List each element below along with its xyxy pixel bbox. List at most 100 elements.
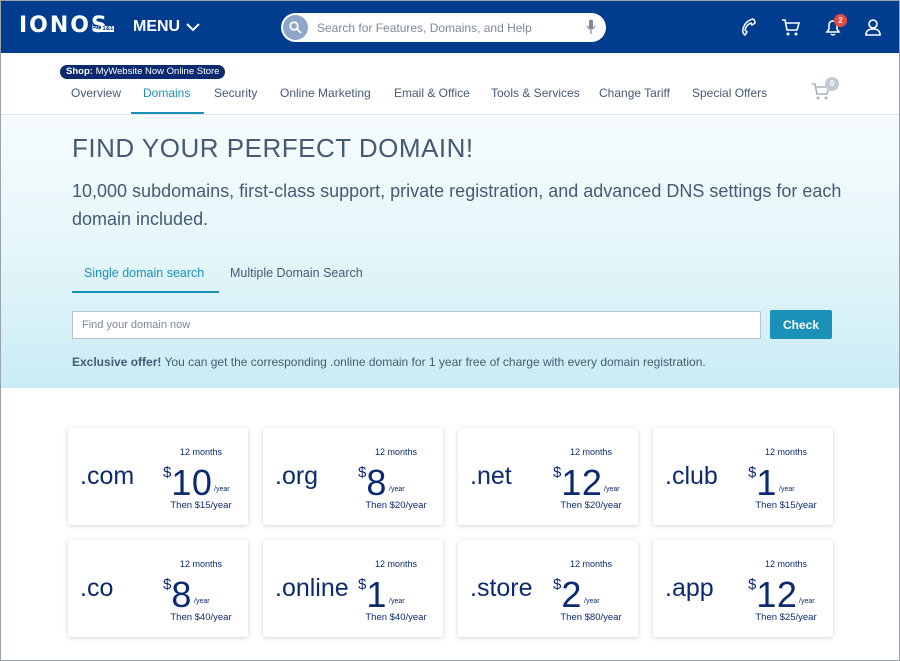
price-currency: $ (358, 464, 367, 481)
price: $1 (748, 462, 777, 504)
domain-tld: .online (275, 574, 349, 602)
price-period: /year (389, 598, 405, 605)
active-nav-indicator (131, 112, 204, 114)
active-tab-indicator (72, 291, 219, 293)
price: $2 (553, 574, 582, 616)
domain-card[interactable]: .co 12 months $8/year Then $40/year (68, 540, 248, 637)
price: $8 (358, 462, 387, 504)
price: $12 (553, 462, 602, 504)
tab-single-domain-search[interactable]: Single domain search (84, 266, 204, 280)
domain-card[interactable]: .online 12 months $1/year Then $40/year (263, 540, 443, 637)
shop-label[interactable]: Shop: MyWebsite Now Online Store (60, 65, 226, 79)
domain-search-hero: FIND YOUR PERFECT DOMAIN! 10,000 subdoma… (1, 115, 899, 388)
price: $10 (163, 462, 212, 504)
price-amount: 8 (171, 574, 192, 615)
domain-card[interactable]: .net 12 months $12/year Then $20/year (458, 428, 638, 525)
domain-card[interactable]: .store 12 months $2/year Then $80/year (458, 540, 638, 637)
renewal-price: Then $80/year (560, 612, 622, 623)
domain-tld: .net (470, 462, 512, 490)
price-currency: $ (748, 464, 757, 481)
domain-card[interactable]: .org 12 months $8/year Then $20/year (263, 428, 443, 525)
search-icon[interactable] (283, 15, 308, 40)
term-label: 12 months (179, 447, 223, 457)
domain-tld: .club (665, 462, 718, 490)
price-currency: $ (358, 576, 367, 593)
price: $1 (358, 574, 387, 616)
renewal-price: Then $20/year (560, 500, 622, 511)
term-label: 12 months (374, 447, 418, 457)
term-label: 12 months (764, 447, 808, 457)
domain-card[interactable]: .app 12 months $12/year Then $25/year (653, 540, 833, 637)
menu-label: MENU (133, 18, 181, 35)
price-amount: 1 (366, 574, 387, 615)
basket-count-badge: 0 (825, 77, 839, 91)
nav-security[interactable]: Security (214, 86, 257, 100)
nav-tools-services[interactable]: Tools & Services (491, 86, 580, 100)
sub-navigation: Shop: MyWebsite Now Online Store (1, 53, 899, 115)
user-icon[interactable] (863, 17, 883, 37)
offer-text: You can get the corresponding .online do… (161, 355, 706, 369)
nav-special-offers[interactable]: Special Offers (692, 86, 767, 100)
price-currency: $ (163, 464, 172, 481)
renewal-price: Then $25/year (755, 612, 817, 623)
chevron-down-icon (186, 22, 200, 31)
search-bar (281, 13, 606, 42)
price-period: /year (214, 486, 230, 493)
nav-change-tariff[interactable]: Change Tariff (599, 86, 670, 100)
price-currency: $ (748, 576, 757, 593)
page-title: FIND YOUR PERFECT DOMAIN! (72, 133, 474, 163)
domain-tld: .org (275, 462, 319, 490)
page-subtitle: 10,000 subdomains, first-class support, … (72, 181, 842, 229)
menu-button[interactable]: MENU (133, 18, 200, 36)
price-period: /year (389, 486, 405, 493)
search-input[interactable] (317, 19, 567, 37)
price-period: /year (799, 598, 815, 605)
renewal-price: Then $40/year (365, 612, 427, 623)
domain-tld: .app (665, 574, 714, 602)
price-currency: $ (163, 576, 172, 593)
price: $8 (163, 574, 192, 616)
nav-overview[interactable]: Overview (71, 86, 121, 100)
domain-search-input[interactable] (72, 311, 761, 339)
nav-online-marketing[interactable]: Online Marketing (280, 86, 371, 100)
domain-tld: .com (80, 462, 135, 490)
term-label: 12 months (569, 559, 613, 569)
top-bar: IONOS by 1&1 MENU 2 (1, 1, 899, 53)
logo-brand: 1&1 (101, 26, 115, 32)
logo-by: by 1&1 (92, 25, 115, 32)
renewal-price: Then $20/year (365, 500, 427, 511)
term-label: 12 months (569, 447, 613, 457)
renewal-price: Then $40/year (170, 612, 232, 623)
renewal-price: Then $15/year (755, 500, 817, 511)
domain-tld: .store (470, 574, 533, 602)
phone-icon[interactable] (739, 17, 759, 37)
shop-name: MyWebsite Now Online Store (95, 66, 220, 77)
term-label: 12 months (374, 559, 418, 569)
price-amount: 12 (561, 462, 603, 503)
notification-badge: 2 (834, 14, 847, 27)
price-amount: 2 (561, 574, 582, 615)
domain-card[interactable]: .club 12 months $1/year Then $15/year (653, 428, 833, 525)
price-amount: 12 (756, 574, 798, 615)
domain-card[interactable]: .com 12 months $10/year Then $15/year (68, 428, 248, 525)
price-amount: 1 (756, 462, 777, 503)
price-period: /year (194, 598, 210, 605)
nav-email-office[interactable]: Email & Office (394, 86, 470, 100)
microphone-icon[interactable] (586, 19, 596, 35)
term-label: 12 months (179, 559, 223, 569)
logo-by-text: by (92, 25, 100, 32)
price-currency: $ (553, 576, 562, 593)
exclusive-offer-text: Exclusive offer! You can get the corresp… (72, 355, 706, 369)
term-label: 12 months (764, 559, 808, 569)
price-period: /year (584, 598, 600, 605)
check-button[interactable]: Check (770, 310, 832, 339)
nav-domains[interactable]: Domains (143, 86, 190, 100)
price-amount: 8 (366, 462, 387, 503)
price-period: /year (779, 486, 795, 493)
cart-icon[interactable] (781, 17, 801, 37)
price-period: /year (604, 486, 620, 493)
tab-multiple-domain-search[interactable]: Multiple Domain Search (230, 266, 363, 280)
price-amount: 10 (171, 462, 213, 503)
domain-tld: .co (80, 574, 114, 602)
renewal-price: Then $15/year (170, 500, 232, 511)
